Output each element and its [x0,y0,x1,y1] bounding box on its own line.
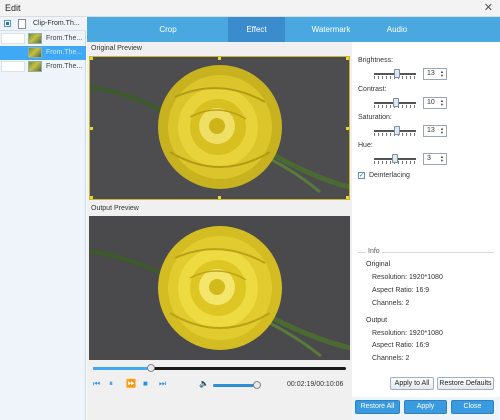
slider-thumb[interactable] [394,126,401,135]
video-thumbnail-icon [28,61,42,72]
brightness-slider[interactable] [374,69,416,79]
crop-handle[interactable] [90,127,93,130]
apply-button[interactable]: Apply [404,400,447,414]
file-list-sidebar: Clip-From.Th... From.The... From.The... … [0,17,86,420]
slider-thumb[interactable] [392,154,399,163]
restore-defaults-button[interactable]: Restore Defaults [437,377,494,390]
next-icon[interactable]: ⏭ [159,379,166,389]
hue-value: 3 [427,155,431,162]
file-list-item[interactable]: From.The... [0,32,86,46]
original-preview-label: Original Preview [91,45,142,52]
file-list-item-selected[interactable]: From.The... [0,46,86,60]
tab-crop[interactable]: Crop [149,17,187,42]
hue-label: Hue: [358,142,373,149]
preview-area: Original Preview Output Preview ⏮ ⏸ ⏩ ■ … [87,42,352,420]
previous-icon[interactable]: ⏮ [93,379,100,389]
time-display: 00:02:19/00:10:06 [287,381,344,388]
output-resolution: Resolution: 1920*1080 [372,330,443,337]
edit-tabs: Crop Effect Watermark Audio [87,17,500,42]
item-checkbox-area[interactable] [1,33,25,44]
crop-handle[interactable] [346,196,349,199]
apply-to-all-button[interactable]: Apply to All [390,377,434,390]
file-list-item[interactable]: From.The... [0,60,86,74]
rose-image [90,57,349,199]
seek-progress [93,367,152,370]
item-checkbox-area[interactable] [1,61,25,72]
fast-forward-icon[interactable]: ⏩ [126,379,136,389]
title-bar: Edit ✕ [0,0,500,17]
output-preview-label: Output Preview [91,205,139,212]
tab-audio[interactable]: Audio [377,17,417,42]
brightness-label: Brightness: [358,57,394,64]
seek-handle[interactable] [147,364,156,372]
tab-watermark[interactable]: Watermark [300,17,362,42]
output-preview [89,216,350,360]
volume-icon[interactable]: 🔈 [199,379,209,389]
clip-name: Clip-From.Th... [33,20,80,27]
contrast-slider[interactable] [374,98,416,108]
brightness-value: 13 [427,70,435,77]
output-channels: Channels: 2 [372,355,410,362]
file-name: From.The... [46,35,83,42]
original-resolution: Resolution: 1920*1080 [372,274,443,281]
original-channels: Channels: 2 [372,300,410,307]
crop-handle[interactable] [346,57,349,60]
hue-spinbox[interactable]: 3 ▲ ▼ [423,153,447,165]
crop-handle[interactable] [346,127,349,130]
contrast-label: Contrast: [358,86,387,93]
saturation-spinbox[interactable]: 13 ▲ ▼ [423,125,447,137]
rose-image [89,216,350,360]
pause-icon[interactable]: ⏸ [109,379,113,389]
deinterlacing-option[interactable]: ✓ Deinterlacing [358,171,498,181]
crop-handle[interactable] [218,57,221,60]
saturation-label: Saturation: [358,114,392,121]
original-heading: Original [366,261,391,268]
file-list-header: Clip-From.Th... [0,17,86,31]
slider-thumb[interactable] [393,98,400,107]
crop-handle[interactable] [90,57,93,60]
brightness-spinbox[interactable]: 13 ▲ ▼ [423,68,447,80]
window-title: Edit [5,3,21,13]
crop-handle[interactable] [218,196,221,199]
contrast-spinbox[interactable]: 10 ▲ ▼ [423,97,447,109]
file-name: From.The... [46,49,83,56]
select-all-checkbox[interactable] [4,20,11,27]
close-icon[interactable]: ✕ [484,1,493,14]
contrast-value: 10 [427,99,435,106]
spin-arrows-icon[interactable]: ▲ ▼ [440,70,445,78]
crop-handle[interactable] [90,196,93,199]
volume-handle[interactable] [253,381,262,389]
spin-arrows-icon[interactable]: ▲ ▼ [440,127,445,135]
playback-controls: ⏮ ⏸ ⏩ ■ ⏭ 🔈 00:02:19/00:10:06 [87,374,352,394]
seek-bar[interactable] [93,364,346,372]
effect-panel: Brightness: 13 ▲ ▼ Contrast: 10 ▲ ▼ Satura… [352,42,500,397]
spin-arrows-icon[interactable]: ▲ ▼ [440,99,445,107]
tab-effect[interactable]: Effect [228,17,285,42]
close-button[interactable]: Close [451,400,494,414]
file-name: From.The... [46,63,83,70]
hue-slider[interactable] [374,154,416,164]
deinterlacing-label: Deinterlacing [369,172,410,179]
stop-icon[interactable]: ■ [143,379,148,389]
slider-thumb[interactable] [394,69,401,78]
volume-slider[interactable] [213,384,258,387]
original-preview[interactable] [89,56,350,200]
spin-arrows-icon[interactable]: ▲ ▼ [440,155,445,163]
video-thumbnail-icon [28,47,42,58]
deinterlacing-checkbox[interactable]: ✓ [358,172,365,179]
info-title: Info [366,248,382,255]
output-aspect-ratio: Aspect Ratio: 16:9 [372,342,430,349]
saturation-slider[interactable] [374,126,416,136]
original-aspect-ratio: Aspect Ratio: 16:9 [372,287,430,294]
document-icon [18,19,26,29]
saturation-value: 13 [427,127,435,134]
video-thumbnail-icon [28,33,42,44]
restore-all-button[interactable]: Restore All [355,400,400,414]
dialog-footer: Restore All Apply Close [352,397,500,420]
output-heading: Output [366,317,388,324]
